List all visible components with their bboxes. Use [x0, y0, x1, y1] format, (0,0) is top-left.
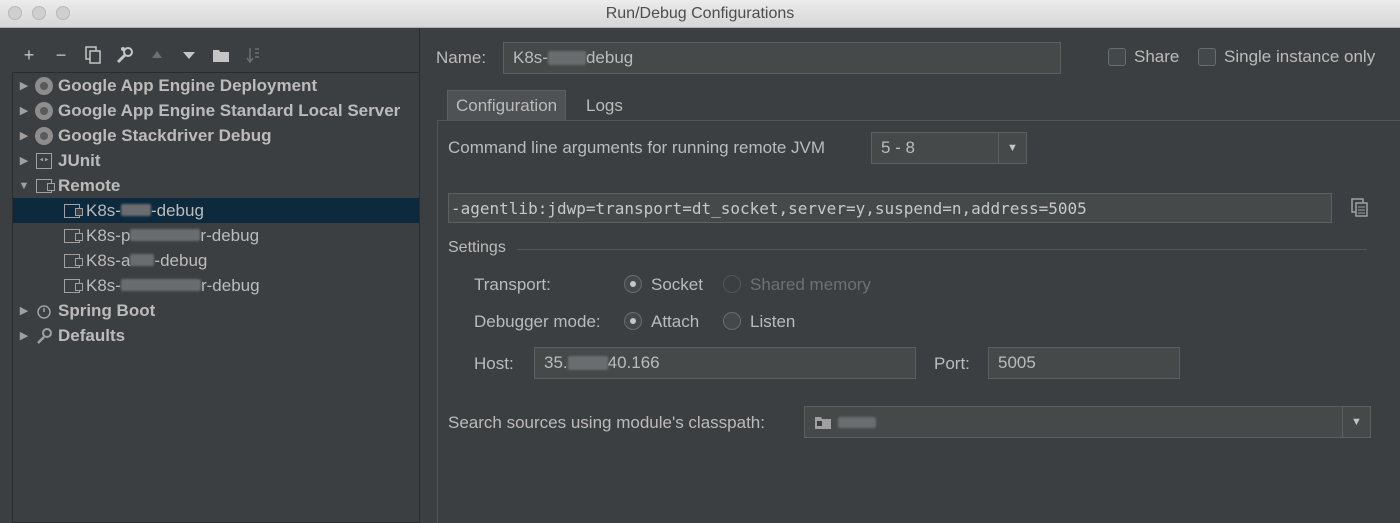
remote-icon	[63, 277, 83, 295]
remote-icon	[35, 177, 55, 195]
port-label: Port:	[934, 354, 970, 373]
tree-item-label: K8s-p r-debug	[86, 225, 260, 245]
arrow-up-icon	[152, 51, 162, 58]
defaults-icon	[35, 327, 53, 345]
command-line-field[interactable]: -agentlib:jdwp=transport=dt_socket,serve…	[448, 193, 1332, 223]
tree-item-junit[interactable]: ▶ ◂▸ JUnit	[13, 148, 419, 173]
expand-arrow-icon[interactable]: ▶	[13, 304, 35, 317]
transport-shared-memory-radio[interactable]	[723, 275, 741, 293]
copy-configuration-button[interactable]	[82, 44, 104, 66]
app-engine-icon	[35, 76, 53, 95]
spring-boot-icon	[35, 302, 53, 320]
tree-item-defaults[interactable]: ▶ Defaults	[13, 323, 419, 348]
tree-item-label: Defaults	[58, 325, 126, 345]
expand-arrow-icon[interactable]: ▶	[13, 154, 35, 167]
settings-label: Settings	[448, 239, 506, 256]
tree-item-app-engine-deployment[interactable]: ▶ Google App Engine Deployment	[13, 73, 419, 98]
tree-item-label: Spring Boot	[58, 300, 156, 320]
edit-defaults-button[interactable]	[114, 44, 136, 66]
move-down-button[interactable]	[178, 44, 200, 66]
name-label: Name:	[436, 48, 487, 67]
tree-item-stackdriver-debug[interactable]: ▶ Google Stackdriver Debug	[13, 123, 419, 148]
configurations-panel: + − ▶ Google App Engine Deployment ▶ Goo…	[0, 28, 420, 523]
tree-item-label: Google App Engine Standard Local Server	[58, 100, 401, 120]
collapse-arrow-icon[interactable]: ▼	[13, 180, 35, 192]
wrench-icon	[116, 47, 133, 64]
jvm-version-select[interactable]: 5 - 8 ▼	[871, 132, 1027, 164]
remote-icon	[63, 202, 83, 220]
window-title: Run/Debug Configurations	[605, 5, 795, 22]
transport-shared-memory-label: Shared memory	[750, 275, 871, 294]
tree-item-remote-config[interactable]: K8s-r-debug	[13, 273, 419, 298]
module-folder-icon	[815, 417, 831, 429]
tree-item-label: K8s-a -debug	[86, 250, 208, 270]
command-line-label: Command line arguments for running remot…	[448, 138, 825, 157]
tab-logs[interactable]: Logs	[578, 91, 631, 121]
tree-item-label: K8s-r-debug	[86, 275, 260, 295]
title-bar: Run/Debug Configurations	[0, 0, 1400, 28]
move-up-button[interactable]	[146, 44, 168, 66]
tree-item-label: Remote	[58, 175, 121, 195]
configuration-editor: Name: K8s-debug Share Single instance on…	[421, 28, 1400, 523]
transport-label: Transport:	[474, 275, 551, 294]
expand-arrow-icon[interactable]: ▶	[13, 79, 35, 92]
debugger-listen-radio[interactable]	[723, 312, 741, 330]
tree-item-label: Google Stackdriver Debug	[58, 125, 272, 145]
junit-icon: ◂▸	[35, 152, 53, 170]
single-instance-checkbox[interactable]	[1198, 48, 1216, 66]
name-field[interactable]: K8s-debug	[503, 42, 1061, 74]
tab-configuration[interactable]: Configuration	[447, 90, 567, 120]
debugger-attach-radio[interactable]	[624, 312, 642, 330]
expand-arrow-icon[interactable]: ▶	[13, 129, 35, 142]
share-checkbox[interactable]	[1108, 48, 1126, 66]
debugger-attach-label: Attach	[651, 312, 700, 331]
tree-item-remote[interactable]: ▼ Remote	[13, 173, 419, 198]
transport-socket-radio[interactable]	[624, 275, 642, 293]
debugger-listen-label: Listen	[750, 312, 796, 331]
tree-item-remote-config[interactable]: K8s-a -debug	[13, 248, 419, 273]
app-engine-icon	[35, 101, 53, 120]
tree-item-spring-boot[interactable]: ▶ Spring Boot	[13, 298, 419, 323]
new-folder-button[interactable]	[210, 44, 232, 66]
port-field[interactable]: 5005	[988, 347, 1180, 379]
single-instance-label: Single instance only	[1224, 47, 1376, 66]
chevron-down-icon: ▼	[1342, 407, 1370, 437]
tree-item-label: Google App Engine Deployment	[58, 75, 318, 95]
stackdriver-icon	[35, 126, 53, 145]
chevron-down-icon: ▼	[998, 133, 1026, 163]
share-label: Share	[1134, 47, 1180, 66]
folder-icon	[213, 50, 229, 62]
copy-icon	[85, 46, 101, 64]
debugger-mode-label: Debugger mode:	[474, 312, 601, 331]
add-configuration-button[interactable]: +	[18, 44, 40, 66]
tree-item-app-engine-local-server[interactable]: ▶ Google App Engine Standard Local Serve…	[13, 98, 419, 123]
classpath-label: Search sources using module's classpath:	[448, 413, 765, 432]
tree-item-remote-config[interactable]: K8s- -debug	[13, 198, 419, 223]
remote-icon	[63, 252, 83, 270]
configurations-tree: ▶ Google App Engine Deployment ▶ Google …	[12, 72, 419, 523]
sort-button[interactable]	[242, 44, 264, 66]
arrow-down-icon	[183, 52, 195, 59]
module-classpath-select[interactable]: ▼	[804, 406, 1371, 438]
tree-item-remote-config[interactable]: K8s-p r-debug	[13, 223, 419, 248]
expand-arrow-icon[interactable]: ▶	[13, 329, 35, 342]
expand-arrow-icon[interactable]: ▶	[13, 104, 35, 117]
transport-socket-label: Socket	[651, 275, 703, 294]
configurations-toolbar: + −	[18, 44, 264, 66]
tree-item-label: JUnit	[58, 150, 101, 170]
copy-icon[interactable]	[1350, 198, 1370, 223]
tree-item-label: K8s- -debug	[86, 200, 204, 220]
settings-separator	[517, 249, 1367, 250]
remove-configuration-button[interactable]: −	[50, 44, 72, 66]
sort-icon	[246, 48, 259, 64]
host-field[interactable]: 35. 40.166	[534, 347, 916, 379]
remote-icon	[63, 227, 83, 245]
host-label: Host:	[474, 354, 514, 373]
